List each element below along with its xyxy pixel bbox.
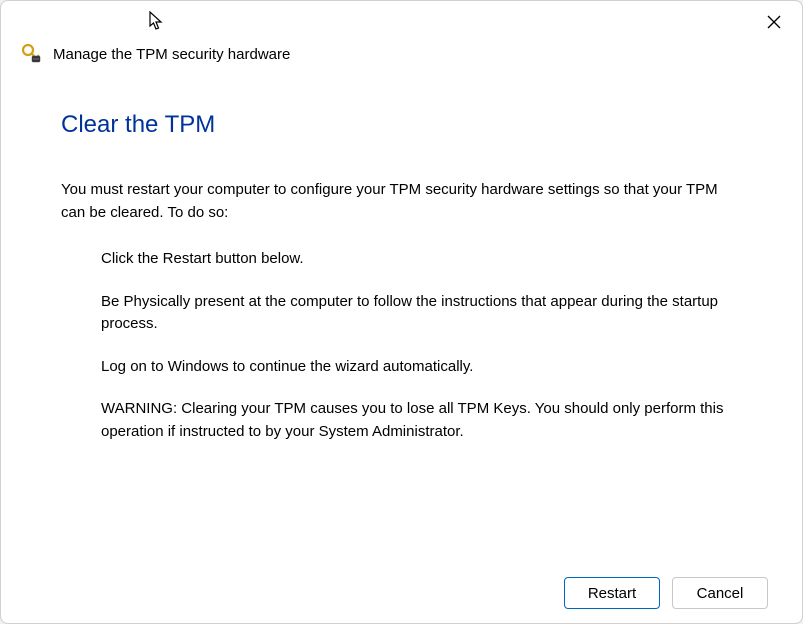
close-button[interactable] [760, 8, 788, 36]
steps-list: Click the Restart button below. Be Physi… [61, 248, 742, 443]
close-icon [767, 15, 781, 29]
page-title: Clear the TPM [61, 111, 742, 139]
cancel-button[interactable]: Cancel [672, 577, 768, 609]
dialog-header: Manage the TPM security hardware [1, 43, 802, 81]
step-warning: WARNING: Clearing your TPM causes you to… [101, 398, 742, 443]
restart-button[interactable]: Restart [564, 577, 660, 609]
button-bar: Restart Cancel [1, 563, 802, 623]
tpm-wizard-dialog: Manage the TPM security hardware Clear t… [0, 0, 803, 624]
step-restart: Click the Restart button below. [101, 248, 742, 271]
titlebar [1, 1, 802, 43]
step-logon: Log on to Windows to continue the wizard… [101, 356, 742, 379]
tpm-key-icon [21, 43, 43, 65]
dialog-header-text: Manage the TPM security hardware [53, 46, 290, 63]
intro-paragraph: You must restart your computer to config… [61, 179, 742, 224]
dialog-content: Clear the TPM You must restart your comp… [1, 81, 802, 563]
step-physical-presence: Be Physically present at the computer to… [101, 291, 742, 336]
